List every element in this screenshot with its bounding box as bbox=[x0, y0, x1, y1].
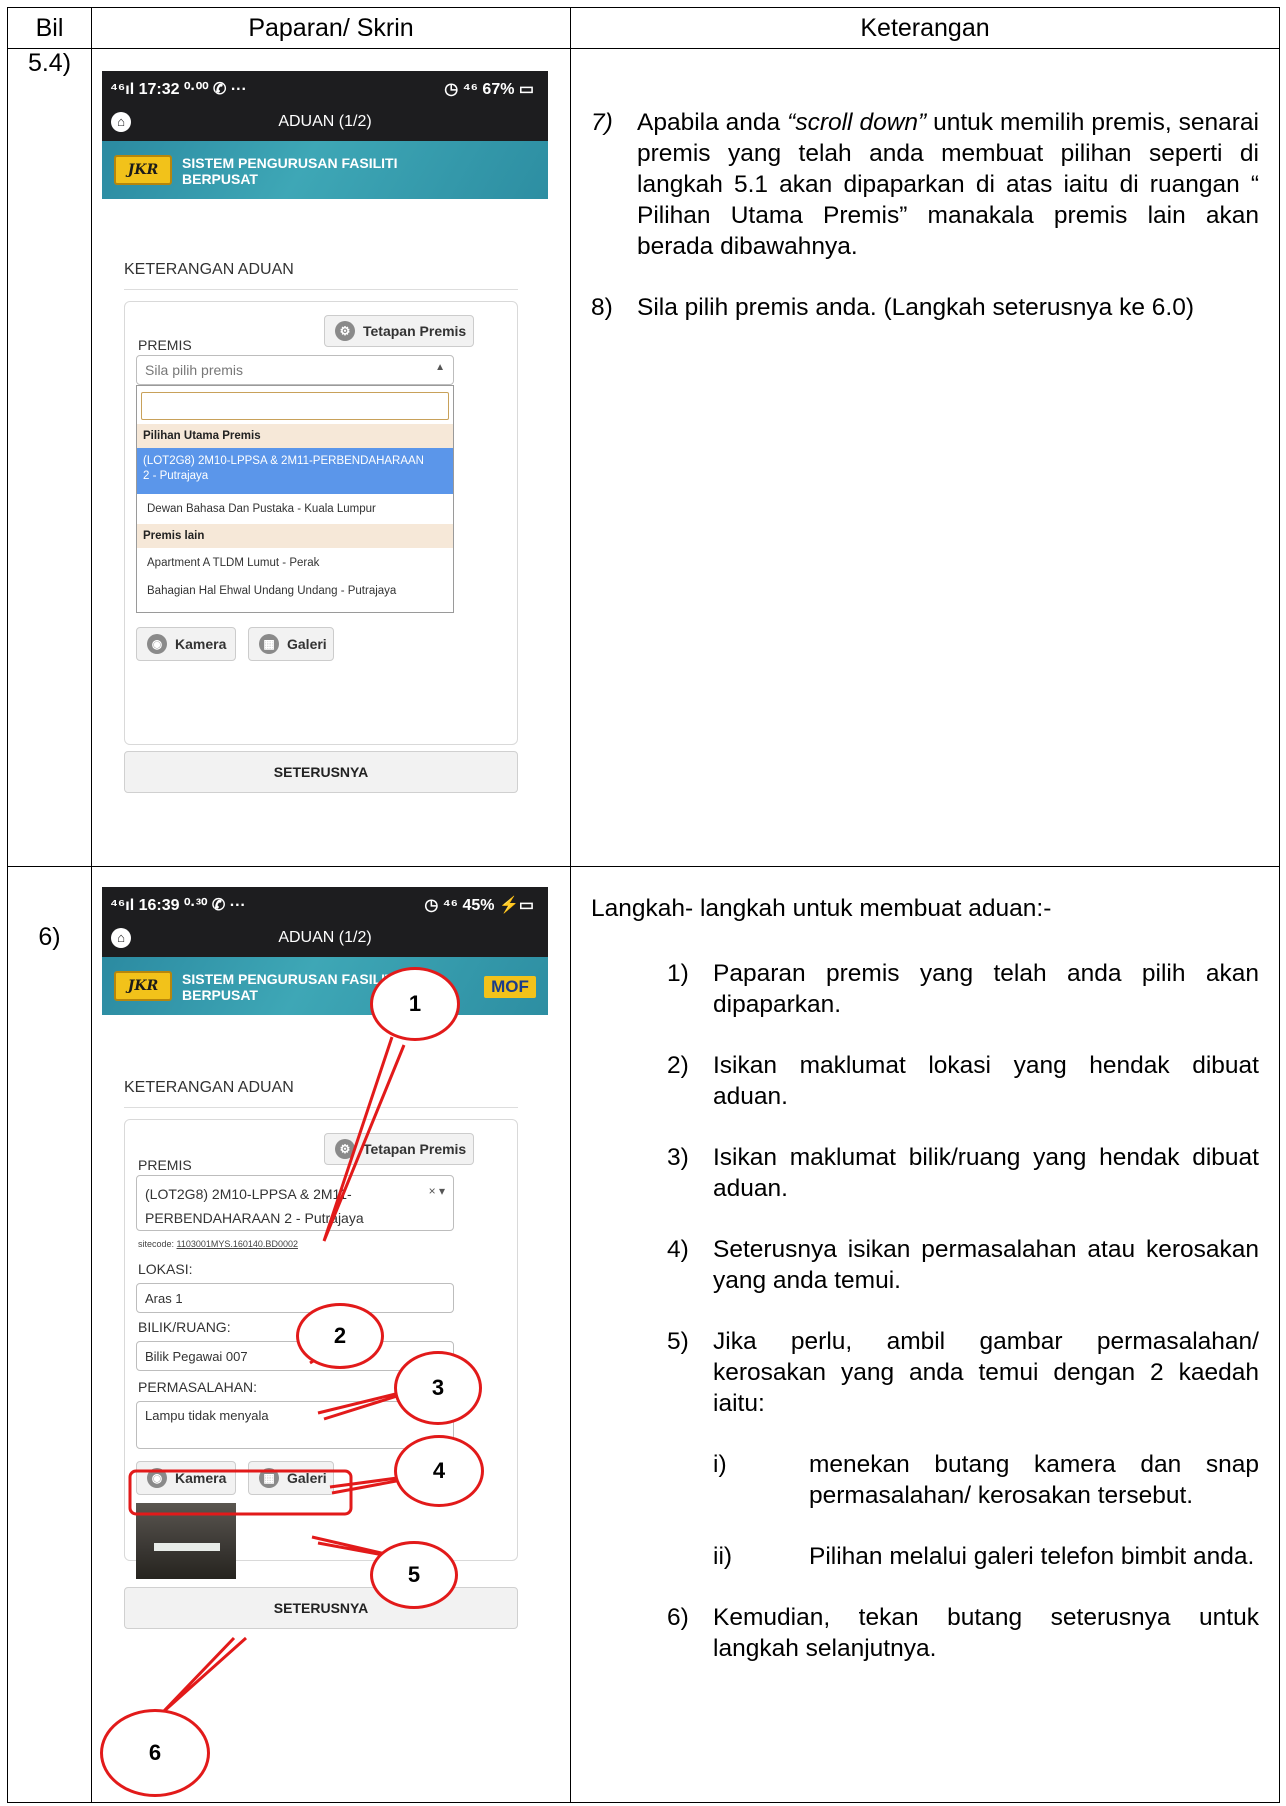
premis-dropdown: Pilihan Utama Premis (LOT2G8) 2M10-LPPSA… bbox=[136, 385, 454, 613]
callout-1: 1 bbox=[370, 967, 460, 1041]
list-item: 5) Jika perlu, ambil gambar permasalahan… bbox=[667, 1326, 1259, 1419]
item-number: 5) bbox=[667, 1328, 689, 1355]
callout-5: 5 bbox=[370, 1541, 458, 1609]
section-title: KETERANGAN ADUAN bbox=[124, 261, 294, 278]
item-number: 7) bbox=[591, 109, 613, 136]
option-item[interactable]: Bahagian Hal Ehwal Undang Undang - Putra… bbox=[137, 578, 453, 604]
list-item: 8) Sila pilih premis anda. (Langkah sete… bbox=[591, 292, 1259, 323]
item-number: 4) bbox=[667, 1236, 689, 1263]
item-number: 1) bbox=[667, 960, 689, 987]
highlight-box bbox=[128, 1469, 353, 1516]
group-other: Premis lain bbox=[137, 524, 453, 548]
callout-3: 3 bbox=[394, 1351, 482, 1425]
callout-6: 6 bbox=[100, 1709, 210, 1797]
galeri-button[interactable]: ▦ Galeri bbox=[248, 627, 334, 661]
kamera-button[interactable]: ◉ Kamera bbox=[136, 627, 236, 661]
list-item: 1) Paparan premis yang telah anda pilih … bbox=[667, 958, 1259, 1020]
header-bil: Bil bbox=[7, 7, 92, 49]
group-primary: Pilihan Utama Premis bbox=[137, 424, 453, 448]
description-cell: 7) Apabila anda “scroll down” untuk memi… bbox=[570, 48, 1280, 867]
premis-select[interactable]: Sila pilih premis ▲ bbox=[136, 355, 454, 385]
banner-title-line1: SISTEM PENGURUSAN FASILITI bbox=[182, 155, 398, 171]
callout-pointer-6 bbox=[160, 1636, 247, 1715]
galeri-label: Galeri bbox=[287, 636, 327, 652]
item-number: 3) bbox=[667, 1144, 689, 1171]
tetapan-premis-label: Tetapan Premis bbox=[363, 323, 467, 339]
item-number: 8) bbox=[591, 294, 613, 321]
list-item: 7) Apabila anda “scroll down” untuk memi… bbox=[591, 107, 1259, 262]
grid-icon: ▦ bbox=[259, 634, 279, 654]
premis-search-input[interactable] bbox=[141, 392, 449, 420]
header-row: Bil Paparan/ Skrin Keterangan bbox=[7, 7, 1280, 49]
item-text: Isikan maklumat lokasi yang hendak dibua… bbox=[713, 1052, 1259, 1110]
list-item: 4) Seterusnya isikan permasalahan atau k… bbox=[667, 1234, 1259, 1296]
steps-list: 1) Paparan premis yang telah anda pilih … bbox=[591, 958, 1259, 1664]
description-cell: Langkah- langkah untuk membuat aduan:- 1… bbox=[570, 866, 1280, 1803]
tetapan-premis-button[interactable]: ⚙ Tetapan Premis bbox=[324, 315, 474, 347]
sub-item: i) menekan butang kamera dan snap permas… bbox=[667, 1449, 1259, 1511]
item-text: Sila pilih premis anda. (Langkah seterus… bbox=[637, 294, 1195, 321]
item-text: Seterusnya isikan permasalahan atau kero… bbox=[713, 1236, 1259, 1294]
sub-item-number: i) bbox=[713, 1451, 727, 1478]
item-text: Paparan premis yang telah anda pilih aka… bbox=[713, 960, 1259, 1018]
phone-screenshot: ⁴⁶ıl 17:32 ⁰·⁰⁰ ✆ ··· ◷ ⁴⁶ 67% ▭ ⌂ ADUAN… bbox=[102, 71, 548, 851]
header-paparan: Paparan/ Skrin bbox=[91, 7, 571, 49]
list-item: 6) Kemudian, tekan butang seterusnya unt… bbox=[667, 1602, 1259, 1664]
screenshot-cell: ⁴⁶ıl 16:39 ⁰·³⁰ ✆ ··· ◷ ⁴⁶ 45% ⚡▭ ⌂ ADUA… bbox=[91, 866, 571, 1803]
jkr-logo: JKR bbox=[114, 155, 172, 185]
banner-title-line2: BERPUSAT bbox=[182, 171, 258, 187]
option-selected-line2: 2 - Putrajaya bbox=[143, 470, 209, 482]
sub-item-number: ii) bbox=[713, 1543, 733, 1570]
callout-pointer-1 bbox=[322, 1036, 406, 1242]
item-text: Apabila anda “scroll down” untuk memilih… bbox=[637, 107, 1259, 262]
instruction-table: Bil Paparan/ Skrin Keterangan 5.4) ⁴⁶ıl … bbox=[7, 7, 1280, 1803]
header-keterangan: Keterangan bbox=[570, 7, 1280, 49]
premis-placeholder: Sila pilih premis bbox=[145, 362, 244, 378]
row-number: 6) bbox=[7, 866, 92, 1803]
item-text-part: Apabila anda bbox=[637, 109, 788, 136]
item-text: Kemudian, tekan butang seterusnya untuk … bbox=[713, 1604, 1259, 1662]
item-text: Isikan maklumat bilik/ruang yang hendak … bbox=[713, 1144, 1259, 1202]
status-right: ◷ ⁴⁶ 67% ▭ bbox=[444, 81, 534, 98]
camera-icon: ◉ bbox=[147, 634, 167, 654]
app-banner: JKR SISTEM PENGURUSAN FASILITI BERPUSAT bbox=[102, 141, 548, 199]
option-item[interactable]: Dewan Bahasa Dan Pustaka - Kuala Lumpur bbox=[137, 496, 453, 522]
app-bar: ⌂ ADUAN (1/2) bbox=[102, 103, 548, 141]
option-item[interactable]: Apartment A TLDM Lumut - Perak bbox=[137, 550, 453, 576]
status-bar: ⁴⁶ıl 17:32 ⁰·⁰⁰ ✆ ··· ◷ ⁴⁶ 67% ▭ bbox=[102, 71, 548, 103]
banner-title: SISTEM PENGURUSAN FASILITI BERPUSAT bbox=[182, 155, 397, 187]
list-item: 3) Isikan maklumat bilik/ruang yang hend… bbox=[667, 1142, 1259, 1204]
callout-4: 4 bbox=[394, 1435, 484, 1507]
item-text: Jika perlu, ambil gambar permasalahan/ k… bbox=[713, 1328, 1259, 1417]
gear-icon: ⚙ bbox=[335, 321, 355, 341]
option-selected[interactable]: (LOT2G8) 2M10-LPPSA & 2M11-PERBENDAHARAA… bbox=[137, 448, 453, 494]
item-number: 2) bbox=[667, 1052, 689, 1079]
item-text-emphasis: “scroll down” bbox=[787, 109, 927, 136]
screenshot-cell: ⁴⁶ıl 17:32 ⁰·⁰⁰ ✆ ··· ◷ ⁴⁶ 67% ▭ ⌂ ADUAN… bbox=[91, 48, 571, 867]
seterusnya-button[interactable]: SETERUSNYA bbox=[124, 751, 518, 793]
sub-item-text: menekan butang kamera dan snap permasala… bbox=[809, 1451, 1259, 1509]
sub-item-text: Pilihan melalui galeri telefon bimbit an… bbox=[809, 1543, 1255, 1570]
section-divider bbox=[124, 289, 518, 290]
table-row: 6) ⁴⁶ıl 16:39 ⁰·³⁰ ✆ ··· ◷ ⁴⁶ 45% ⚡▭ ⌂ A… bbox=[7, 866, 1280, 1803]
row-number: 5.4) bbox=[7, 48, 92, 867]
premis-label: PREMIS bbox=[138, 337, 192, 353]
table-row: 5.4) ⁴⁶ıl 17:32 ⁰·⁰⁰ ✆ ··· ◷ ⁴⁶ 67% ▭ ⌂ … bbox=[7, 48, 1280, 867]
kamera-label: Kamera bbox=[175, 636, 227, 652]
callout-2: 2 bbox=[296, 1303, 384, 1369]
intro-text: Langkah- langkah untuk membuat aduan:- bbox=[591, 895, 1052, 922]
list-item: 2) Isikan maklumat lokasi yang hendak di… bbox=[667, 1050, 1259, 1112]
status-left: ⁴⁶ıl 17:32 ⁰·⁰⁰ ✆ ··· bbox=[110, 81, 247, 98]
item-number: 6) bbox=[667, 1604, 689, 1631]
chevron-up-icon: ▲ bbox=[435, 362, 445, 373]
page-title: ADUAN (1/2) bbox=[278, 113, 372, 130]
option-selected-line1: (LOT2G8) 2M10-LPPSA & 2M11-PERBENDAHARAA… bbox=[143, 455, 424, 467]
sub-item: ii) Pilihan melalui galeri telefon bimbi… bbox=[667, 1541, 1259, 1572]
